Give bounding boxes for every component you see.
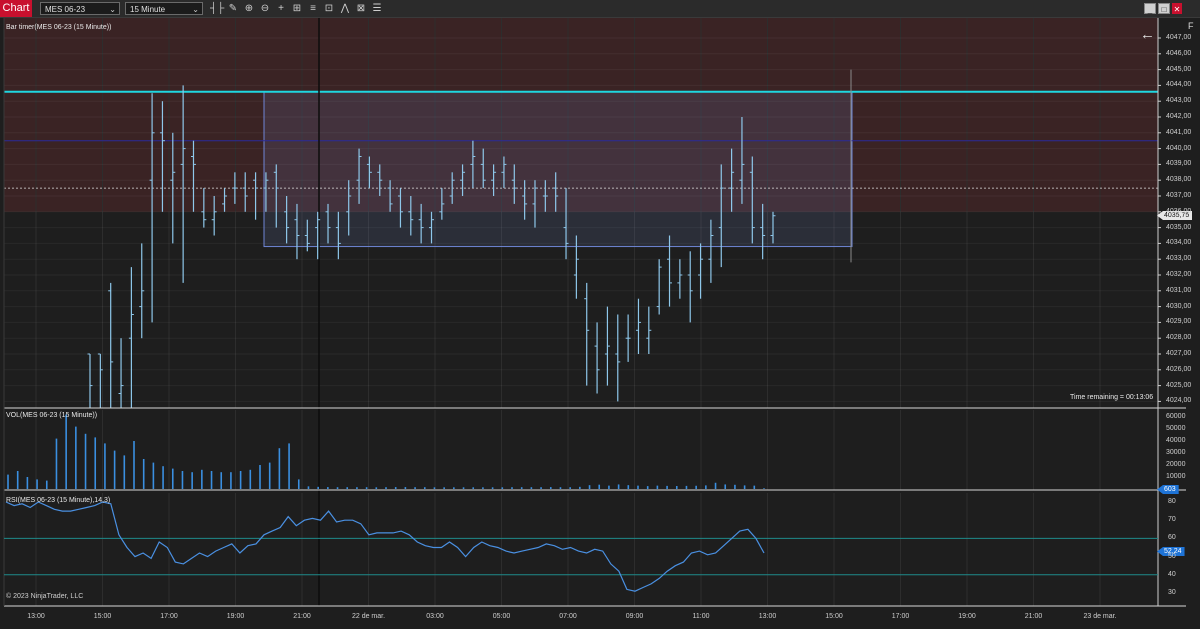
time-axis-label: 19:00 — [226, 613, 245, 620]
time-axis-label: 17:00 — [160, 613, 178, 620]
price-axis-tick: 4024,00 — [1166, 397, 1192, 405]
price-axis-tick: 4033,00 — [1166, 255, 1192, 263]
price-axis-tick: 4038,00 — [1166, 176, 1192, 184]
volume-axis-tick: 50000 — [1166, 425, 1186, 432]
volume-panel-label: VOL(MES 06-23 (15 Minute)) — [6, 412, 98, 419]
time-axis-label: 22 de mar. — [351, 613, 386, 620]
price-axis-tick: 4031,00 — [1166, 286, 1192, 294]
price-axis-tick: 4041,00 — [1166, 128, 1192, 136]
rsi-axis-tick: 60 — [1168, 534, 1176, 542]
time-axis-label: 13:00 — [27, 613, 45, 620]
time-axis-label: 07:00 — [559, 613, 577, 620]
price-axis-tick: 4026,00 — [1166, 365, 1192, 373]
price-axis-tick: 4044,00 — [1166, 81, 1192, 89]
price-axis-tick: 4040,00 — [1166, 144, 1192, 152]
volume-axis-tick: 30000 — [1166, 449, 1186, 456]
time-axis-label: 09:00 — [625, 613, 644, 620]
price-axis-tick: 4032,00 — [1166, 271, 1192, 278]
time-axis-label: 15:00 — [825, 613, 843, 620]
rsi-axis-tick: 70 — [1168, 516, 1176, 524]
time-remaining-label: Time remaining = 00:13:06 — [1070, 394, 1154, 401]
rsi-axis-tick: 40 — [1168, 570, 1176, 578]
arrow-left-icon[interactable]: ← — [1140, 26, 1155, 43]
rsi-line — [5, 501, 765, 592]
time-axis-label: 23 de mar. — [1083, 613, 1117, 620]
price-axis-tick: 4025,00 — [1166, 381, 1192, 389]
price-axis-tick: 4030,00 — [1166, 302, 1192, 310]
volume-axis-tick: 10000 — [1166, 473, 1186, 480]
rectangle-drawing — [263, 91, 853, 248]
volume-axis-tick: 20000 — [1166, 461, 1186, 468]
rsi-axis-tick: 50 — [1168, 552, 1176, 560]
rsi-axis-tick: 30 — [1168, 589, 1176, 596]
volume-axis-tick: 40000 — [1166, 437, 1186, 444]
price-axis-tick: 4046,00 — [1166, 49, 1192, 57]
time-axis-label: 13:00 — [758, 613, 777, 620]
time-axis-label: 17:00 — [891, 613, 910, 620]
price-axis-tick: 4043,00 — [1166, 97, 1192, 105]
time-axis-label: 05:00 — [492, 613, 511, 620]
price-panel-label: Bar timer(MES 06-23 (15 Minute)) — [6, 24, 112, 31]
price-axis-tick: 4045,00 — [1166, 65, 1192, 73]
price-axis-tick: 4039,00 — [1166, 160, 1192, 168]
price-axis-tick: 4037,00 — [1166, 192, 1192, 199]
volume-axis-tick: 60000 — [1166, 413, 1186, 420]
time-axis-label: 03:00 — [426, 613, 444, 620]
price-axis-tick: 4035,00 — [1166, 223, 1192, 231]
rsi-axis-tick: 80 — [1168, 498, 1176, 505]
time-axis-label: 19:00 — [958, 613, 976, 620]
price-axis-tick: 4047,00 — [1166, 34, 1192, 41]
rsi-panel-label: RSI(MES 06-23 (15 Minute),14,3) — [6, 497, 111, 504]
price-axis-tick: 4034,00 — [1166, 239, 1192, 247]
copyright-text: © 2023 NinjaTrader, LLC — [6, 593, 84, 600]
chart-canvas[interactable] — [0, 0, 1200, 629]
price-axis-tick: 4027,00 — [1166, 350, 1192, 357]
price-axis-tick: 4029,00 — [1166, 318, 1192, 326]
price-axis-tick: 4042,00 — [1166, 113, 1192, 120]
price-axis-tick: 4028,00 — [1166, 334, 1192, 342]
price-axis-tick: 4036,00 — [1166, 207, 1192, 215]
time-axis-label: 15:00 — [93, 613, 112, 620]
time-axis-label: 21:00 — [293, 613, 311, 620]
time-axis-label: 21:00 — [1024, 613, 1043, 620]
time-axis-label: 11:00 — [692, 613, 710, 620]
